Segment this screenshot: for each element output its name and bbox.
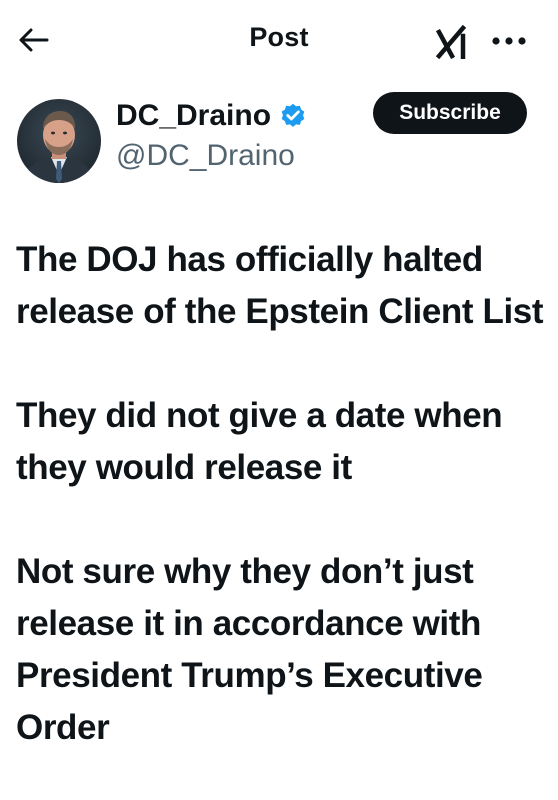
post-paragraph: Not sure why they don’t just release it … [16, 552, 483, 747]
author-handle[interactable]: @DC_Draino [116, 139, 295, 173]
display-name[interactable]: DC_Draino [116, 99, 271, 133]
page-title: Post [249, 22, 309, 52]
post-paragraph: They did not give a date when they would… [16, 396, 503, 487]
subscribe-button[interactable]: Subscribe [373, 92, 527, 134]
top-bar: Post [0, 0, 558, 78]
more-horizontal-icon [492, 37, 526, 45]
author-name-row[interactable]: DC_Draino [116, 97, 307, 135]
more-options-button[interactable] [487, 26, 531, 56]
grok-icon [435, 25, 467, 59]
grok-button[interactable] [432, 22, 472, 62]
avatar-photo [17, 99, 101, 183]
verified-badge-icon[interactable] [279, 102, 307, 130]
avatar[interactable] [17, 99, 101, 183]
post-paragraph: The DOJ has officially halted release of… [16, 240, 544, 331]
post-text: The DOJ has officially halted release of… [16, 234, 544, 800]
